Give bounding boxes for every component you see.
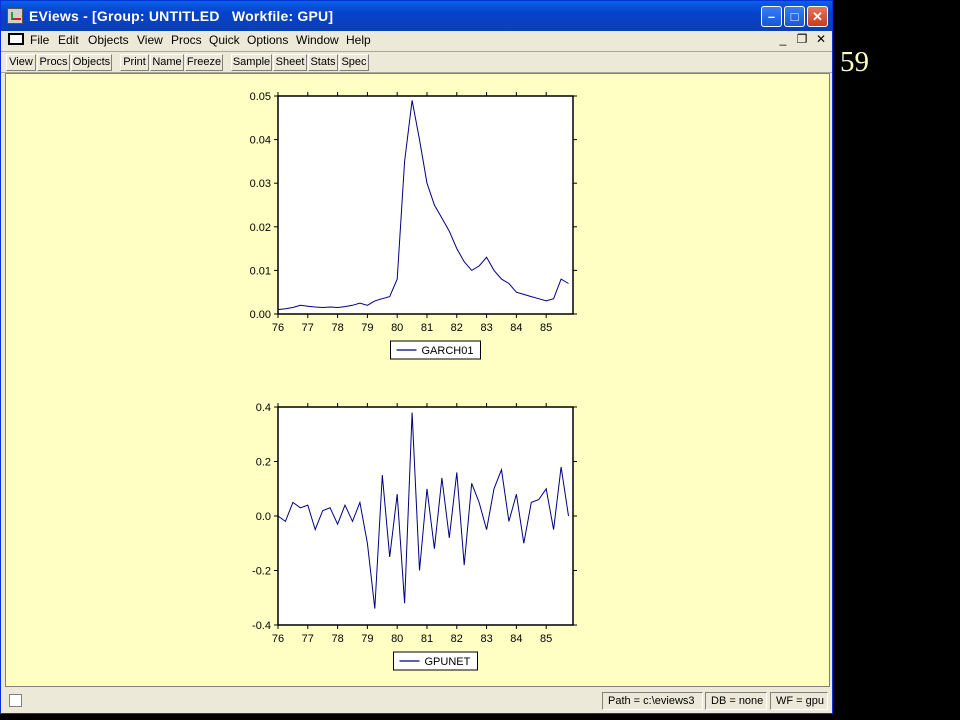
x-tick-label: 80 [391,322,403,334]
y-tick-label: 0.2 [256,457,271,469]
status-indicator-box [9,694,22,707]
x-tick-label: 82 [451,633,463,645]
menu-objects[interactable]: Objects [88,33,129,47]
title-bar[interactable]: EViews - [Group: UNTITLED Workfile: GPU]… [1,1,832,31]
menu-quick[interactable]: Quick [209,33,240,47]
menu-help[interactable]: Help [346,33,371,47]
eviews-app-icon[interactable] [7,8,23,24]
object-toolbar: View Procs Objects Print Name Freeze Sam… [1,51,832,73]
x-tick-label: 83 [480,633,492,645]
x-tick-label: 79 [361,633,373,645]
x-tick-label: 76 [272,322,284,334]
status-wf: WF = gpu [770,692,828,710]
chart-1: 0.00 0.01 0.02 0.03 0.04 0.05 76 77 78 79 80 81 82 83… [250,91,577,360]
menu-bar: File Edit Objects View Procs Quick Optio… [1,31,832,50]
mdi-close-button[interactable]: ✕ [813,32,829,46]
toolbar-print-button[interactable]: Print [120,54,149,71]
y-tick-label: -0.4 [252,620,271,632]
slide-number: 59 [840,46,869,78]
x-tick-label: 83 [480,322,492,334]
toolbar-view-button[interactable]: View [6,54,36,71]
close-button[interactable]: ✕ [807,6,828,27]
toolbar-freeze-button[interactable]: Freeze [185,54,223,71]
x-tick-label: 84 [510,633,522,645]
y-tick-label: 0.01 [250,265,271,277]
menu-file[interactable]: File [30,33,49,47]
legend-label: GARCH01 [422,345,474,357]
x-tick-label: 81 [421,633,433,645]
y-tick-label: 0.00 [250,309,271,321]
x-tick-label: 84 [510,322,522,334]
x-tick-label: 85 [540,322,552,334]
x-tick-label: 81 [421,322,433,334]
window-title: EViews - [Group: UNTITLED Workfile: GPU] [29,8,334,24]
mdi-minimize-button[interactable]: _ [775,32,791,46]
y-tick-label: 0.03 [250,178,271,190]
minimize-button[interactable]: – [761,6,782,27]
status-db: DB = none [705,692,767,710]
toolbar-stats-button[interactable]: Stats [308,54,338,71]
x-tick-label: 78 [331,322,343,334]
y-tick-label: 0.04 [250,135,271,147]
legend-label: GPUNET [425,656,471,668]
chart-2: -0.4 -0.2 0.0 0.2 0.4 76 77 78 79 80 81 82 83 84 85 GPU… [252,402,577,671]
x-tick-label: 77 [302,633,314,645]
x-tick-label: 80 [391,633,403,645]
x-tick-label: 85 [540,633,552,645]
maximize-button[interactable]: □ [784,6,805,27]
x-tick-label: 79 [361,322,373,334]
menu-edit[interactable]: Edit [58,33,79,47]
toolbar-sample-button[interactable]: Sample [231,54,272,71]
toolbar-objects-button[interactable]: Objects [71,54,112,71]
toolbar-name-button[interactable]: Name [150,54,184,71]
toolbar-sheet-button[interactable]: Sheet [273,54,307,71]
menu-window[interactable]: Window [296,33,339,47]
toolbar-procs-button[interactable]: Procs [37,54,70,71]
x-tick-label: 77 [302,322,314,334]
document-window-icon[interactable] [8,33,24,45]
status-bar: Path = c:\eviews3 DB = none WF = gpu [1,689,832,713]
x-tick-label: 76 [272,633,284,645]
toolbar-spec-button[interactable]: Spec [339,54,369,71]
y-tick-label: 0.02 [250,222,271,234]
x-tick-label: 82 [451,322,463,334]
mdi-restore-button[interactable]: ❐ [794,32,810,46]
y-tick-label: 0.4 [256,402,271,414]
group-line-graphs: 0.00 0.01 0.02 0.03 0.04 0.05 76 77 78 79 80 81 82 83… [250,91,577,671]
menu-options[interactable]: Options [247,33,288,47]
menu-procs[interactable]: Procs [171,33,202,47]
status-path: Path = c:\eviews3 [602,692,703,710]
menu-view[interactable]: View [137,33,163,47]
graph-view-area: 0.00 0.01 0.02 0.03 0.04 0.05 76 77 78 79 80 81 82 83… [5,73,830,687]
y-tick-label: 0.05 [250,91,271,103]
y-tick-label: -0.2 [252,566,271,578]
x-tick-label: 78 [331,633,343,645]
plot-frame [277,95,574,315]
eviews-window: EViews - [Group: UNTITLED Workfile: GPU]… [0,0,833,714]
y-tick-label: 0.0 [256,511,271,523]
